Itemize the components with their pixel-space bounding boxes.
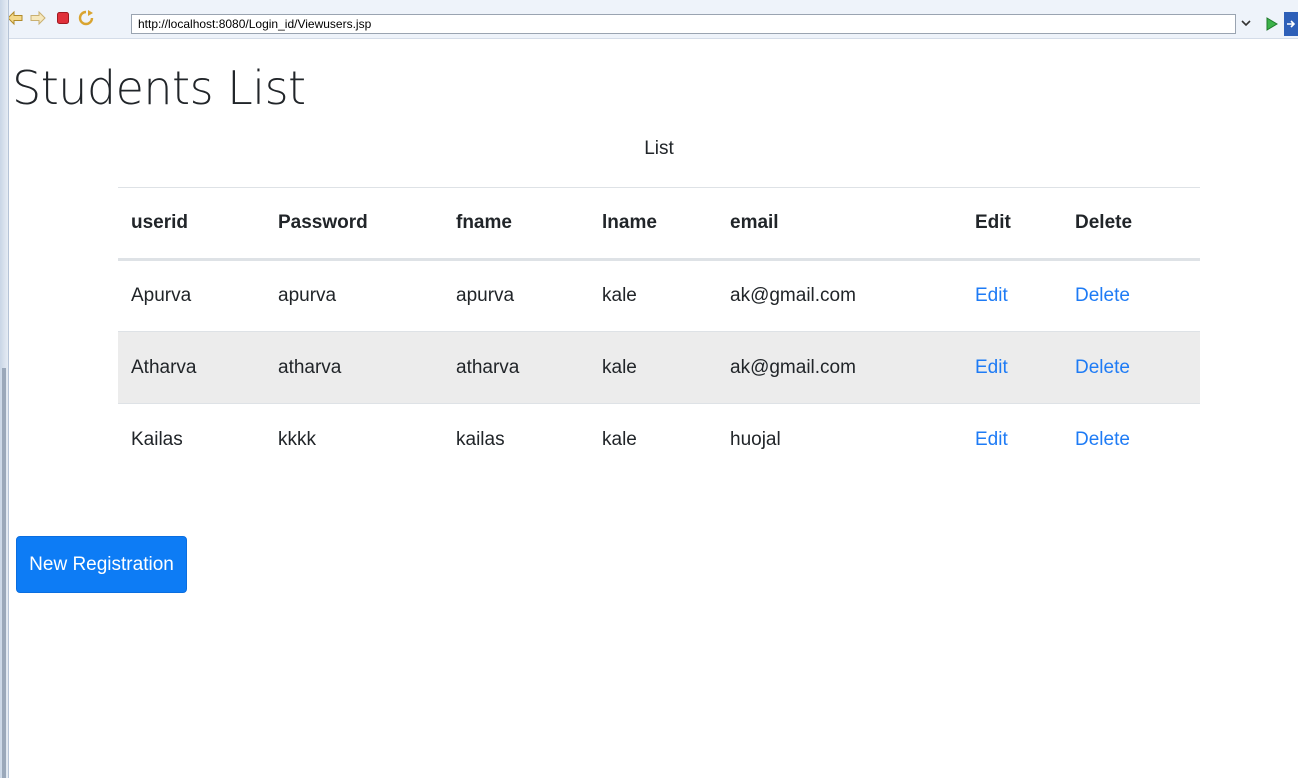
cell-delete: Delete [1062,331,1200,404]
cell-delete: Delete [1062,403,1200,476]
students-table: userid Password fname lname email Edit D… [118,187,1200,476]
column-header-fname: fname [443,187,589,261]
edit-link[interactable]: Edit [975,357,1008,378]
cell-password: kkkk [265,403,443,476]
cell-fname: apurva [443,259,589,332]
edit-link[interactable]: Edit [975,429,1008,450]
forward-arrow-icon[interactable] [29,9,47,27]
cell-fname: atharva [443,331,589,404]
cell-userid: Apurva [118,259,265,332]
table-header-row: userid Password fname lname email Edit D… [118,187,1200,261]
go-play-icon[interactable] [1265,16,1279,32]
column-header-userid: userid [118,187,265,261]
cell-lname: kale [589,331,717,404]
cell-edit: Edit [962,331,1062,404]
cell-password: apurva [265,259,443,332]
address-bar[interactable]: http://localhost:8080/Login_id/Viewusers… [131,14,1236,34]
delete-link[interactable]: Delete [1075,429,1130,450]
cell-userid: Atharva [118,331,265,404]
cell-password: atharva [265,331,443,404]
column-header-delete: Delete [1062,187,1200,261]
window-edge-grip [2,368,6,778]
cell-email: huojal [717,403,962,476]
students-table-container: userid Password fname lname email Edit D… [118,187,1200,476]
delete-link[interactable]: Delete [1075,285,1130,306]
edit-link[interactable]: Edit [975,285,1008,306]
browser-toolbar: http://localhost:8080/Login_id/Viewusers… [0,0,1298,39]
chevron-down-icon[interactable] [1240,16,1254,32]
cell-fname: kailas [443,403,589,476]
column-header-email: email [717,187,962,261]
table-row: Apurva apurva apurva kale ak@gmail.com E… [118,259,1200,332]
page-title: Students List [12,61,306,115]
table-row: Atharva atharva atharva kale ak@gmail.co… [118,331,1200,404]
column-header-password: Password [265,187,443,261]
cell-edit: Edit [962,403,1062,476]
delete-link[interactable]: Delete [1075,357,1130,378]
cell-edit: Edit [962,259,1062,332]
table-caption: List [644,138,674,159]
stop-icon[interactable] [54,9,72,27]
cell-email: ak@gmail.com [717,259,962,332]
window-edge [0,0,9,778]
refresh-icon[interactable] [77,9,95,27]
cell-email: ak@gmail.com [717,331,962,404]
extension-icon[interactable] [1284,12,1298,36]
table-row: Kailas kkkk kailas kale huojal Edit Dele… [118,403,1200,476]
cell-lname: kale [589,259,717,332]
cell-lname: kale [589,403,717,476]
new-registration-button[interactable]: New Registration [16,536,187,593]
cell-userid: Kailas [118,403,265,476]
cell-delete: Delete [1062,259,1200,332]
column-header-edit: Edit [962,187,1062,261]
browser-window: http://localhost:8080/Login_id/Viewusers… [0,0,1298,778]
column-header-lname: lname [589,187,717,261]
